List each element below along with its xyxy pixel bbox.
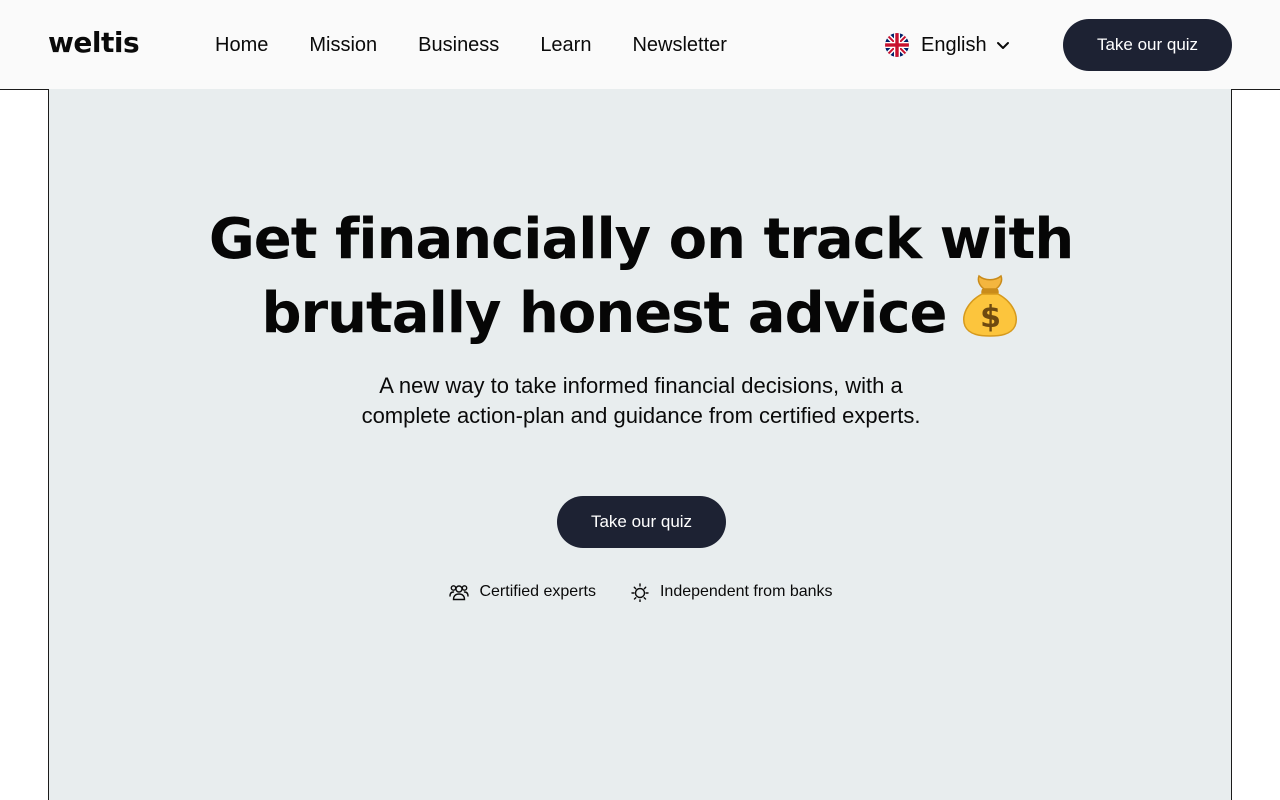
language-label: English [921, 34, 987, 56]
nav-link-learn[interactable]: Learn [540, 33, 591, 57]
sun-icon [631, 583, 649, 602]
feature-independent: Independent from banks [630, 582, 833, 602]
hero-section: Get financially on track with brutally h… [48, 89, 1232, 800]
nav-link-business[interactable]: Business [418, 33, 499, 57]
uk-flag-icon [885, 33, 909, 57]
top-navigation-bar: weltis Home Mission Business Learn Newsl… [0, 0, 1280, 90]
svg-text:$: $ [980, 300, 1000, 335]
chevron-down-icon [996, 42, 1009, 49]
feature-certified-experts: Certified experts [449, 582, 596, 602]
nav-link-newsletter[interactable]: Newsletter [632, 33, 726, 57]
main-nav: Home Mission Business Learn Newsletter [215, 33, 727, 57]
hero-headline-line-2: brutally honest advice $ [49, 272, 1233, 346]
nav-link-home[interactable]: Home [215, 33, 268, 57]
money-bag-icon: $ [962, 274, 1017, 337]
hero-subtitle: A new way to take informed financial dec… [49, 371, 1233, 431]
feature-badges: Certified experts Independent from banks [49, 582, 1233, 602]
feature-label-certified-experts: Certified experts [479, 583, 596, 600]
hero-subtitle-line-1: A new way to take informed financial dec… [379, 373, 903, 398]
hero-headline-line-2-text: brutally honest advice [261, 281, 947, 346]
hero-headline-line-1: Get financially on track with [208, 207, 1074, 272]
nav-link-mission[interactable]: Mission [309, 33, 377, 57]
hero-subtitle-line-2: complete action-plan and guidance from c… [361, 403, 921, 428]
language-selector[interactable]: English [885, 33, 1011, 57]
take-quiz-header-button[interactable]: Take our quiz [1063, 19, 1232, 71]
take-quiz-hero-button[interactable]: Take our quiz [557, 496, 726, 548]
hero-headline: Get financially on track with brutally h… [49, 207, 1233, 346]
people-icon [449, 585, 470, 601]
feature-label-independent: Independent from banks [659, 583, 833, 600]
logo[interactable]: weltis [48, 26, 140, 60]
